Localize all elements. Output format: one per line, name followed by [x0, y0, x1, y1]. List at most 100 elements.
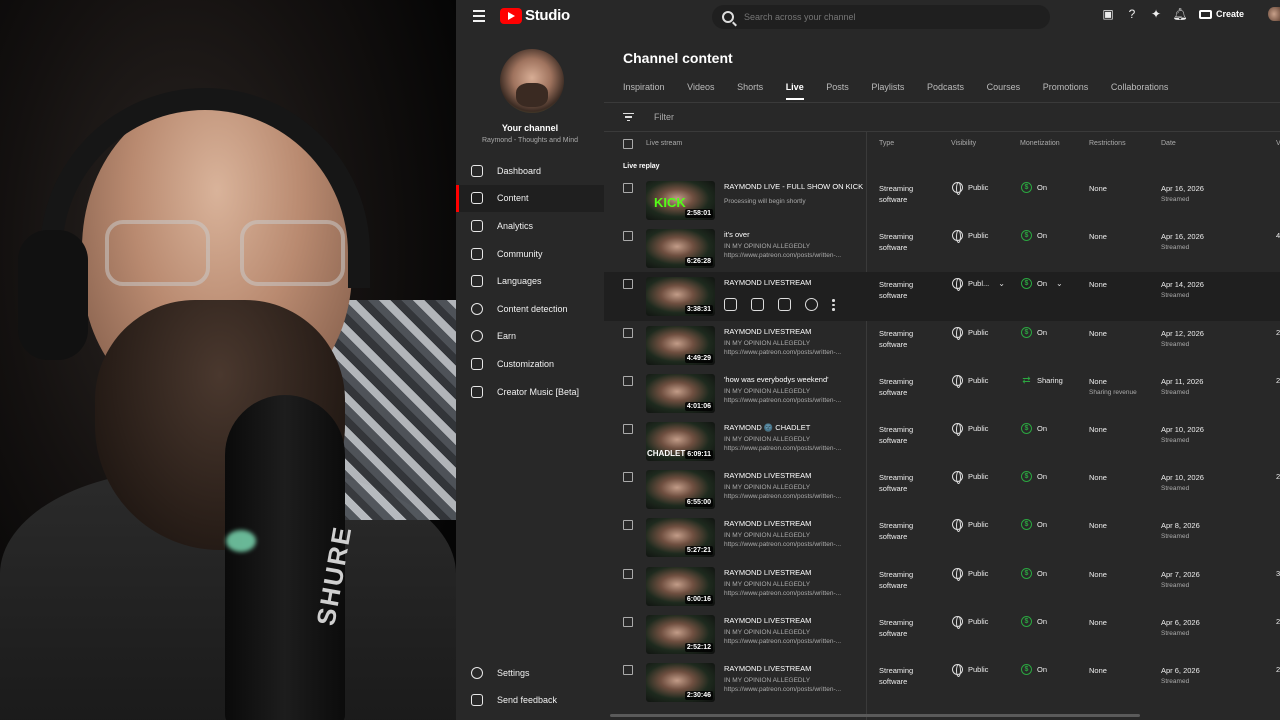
- tab-inspiration[interactable]: Inspiration: [623, 82, 665, 100]
- tab-videos[interactable]: Videos: [687, 82, 714, 100]
- col-views[interactable]: V: [1276, 140, 1280, 147]
- more-options-icon[interactable]: [832, 298, 835, 311]
- video-title[interactable]: it's over: [724, 230, 750, 239]
- sidebar-item-settings[interactable]: Settings: [456, 659, 604, 687]
- row-checkbox[interactable]: [623, 664, 633, 675]
- monetization-dropdown[interactable]: $ On ⌄: [1021, 278, 1063, 290]
- sidebar-item-dashboard[interactable]: Dashboard: [456, 157, 604, 185]
- sidebar-item-content[interactable]: Content: [456, 184, 604, 213]
- filter-icon[interactable]: [623, 112, 634, 122]
- menu-icon[interactable]: [473, 10, 485, 22]
- monetization-cell[interactable]: $ On: [1021, 519, 1047, 531]
- video-thumbnail[interactable]: 3:38:31: [646, 277, 715, 317]
- video-title[interactable]: RAYMOND LIVE - FULL SHOW ON KICK: [724, 182, 863, 191]
- monetization-cell[interactable]: $ On: [1021, 182, 1047, 193]
- tab-courses[interactable]: Courses: [987, 82, 1021, 100]
- visibility-cell[interactable]: Public: [952, 615, 988, 629]
- sidebar-item-community[interactable]: Community: [456, 240, 604, 268]
- video-thumbnail[interactable]: KICK 2:58:01: [646, 181, 715, 220]
- table-row[interactable]: 2:52:12 RAYMOND LIVESTREAM IN MY OPINION…: [604, 610, 1280, 658]
- col-monetization[interactable]: Monetization: [1020, 140, 1060, 147]
- monetization-cell[interactable]: $ On: [1021, 230, 1047, 242]
- sidebar-item-earn[interactable]: Earn: [456, 323, 604, 351]
- video-thumbnail[interactable]: 6:00:16: [646, 566, 715, 606]
- tab-playlists[interactable]: Playlists: [871, 82, 904, 100]
- tab-shorts[interactable]: Shorts: [737, 82, 763, 100]
- row-checkbox[interactable]: [623, 616, 633, 627]
- row-checkbox[interactable]: [623, 423, 633, 434]
- row-checkbox[interactable]: [623, 231, 633, 242]
- sidebar-item-send-feedback[interactable]: Send feedback: [456, 687, 604, 715]
- table-row[interactable]: KICK 2:58:01 RAYMOND LIVE - FULL SHOW ON …: [604, 176, 1280, 224]
- filter-input[interactable]: Filter: [654, 112, 674, 122]
- analytics-icon[interactable]: [751, 298, 764, 312]
- video-thumbnail[interactable]: CHADLET 6:09:11: [646, 421, 715, 461]
- sidebar-item-content-detection[interactable]: Content detection: [456, 295, 604, 323]
- search-bar[interactable]: [712, 5, 1050, 29]
- table-row[interactable]: 6:00:16 RAYMOND LIVESTREAM IN MY OPINION…: [604, 562, 1280, 610]
- video-title[interactable]: 'how was everybodys weekend': [724, 375, 829, 384]
- visibility-cell[interactable]: Public: [952, 326, 988, 340]
- monetization-cell[interactable]: $ On: [1021, 422, 1047, 434]
- tab-promotions[interactable]: Promotions: [1043, 82, 1089, 100]
- video-thumbnail[interactable]: 4:49:29: [646, 325, 715, 365]
- table-row[interactable]: 6:55:00 RAYMOND LIVESTREAM IN MY OPINION…: [604, 465, 1280, 513]
- chevron-down-icon[interactable]: ⌄: [1056, 279, 1063, 288]
- video-title[interactable]: RAYMOND LIVESTREAM: [724, 616, 811, 625]
- video-thumbnail[interactable]: 5:27:21: [646, 518, 715, 558]
- video-title[interactable]: RAYMOND LIVESTREAM: [724, 519, 811, 528]
- filter-bar[interactable]: Filter: [623, 112, 674, 122]
- video-title[interactable]: RAYMOND LIVESTREAM: [724, 471, 811, 480]
- select-all-checkbox[interactable]: [623, 139, 633, 149]
- studio-logo[interactable]: Studio: [500, 7, 570, 24]
- search-icon[interactable]: [722, 11, 734, 23]
- sidebar-item-analytics[interactable]: Analytics: [456, 212, 604, 240]
- table-row[interactable]: 5:27:21 RAYMOND LIVESTREAM IN MY OPINION…: [604, 513, 1280, 561]
- table-row[interactable]: 4:49:29 RAYMOND LIVESTREAM IN MY OPINION…: [604, 321, 1280, 369]
- visibility-dropdown[interactable]: Publ... ⌄: [952, 278, 1005, 292]
- chevron-down-icon[interactable]: ⌄: [998, 279, 1005, 288]
- help-icon[interactable]: ?: [1125, 7, 1139, 21]
- sidebar-item-customization[interactable]: Customization: [456, 350, 604, 378]
- video-thumbnail[interactable]: 6:55:00: [646, 470, 715, 510]
- table-row[interactable]: CHADLET 6:09:11 RAYMOND 🌚 CHADLET IN MY O…: [604, 417, 1280, 465]
- tab-collaborations[interactable]: Collaborations: [1111, 82, 1169, 100]
- row-checkbox[interactable]: [623, 375, 633, 386]
- col-restrictions[interactable]: Restrictions: [1089, 140, 1126, 147]
- sparkle-icon[interactable]: ✦: [1149, 7, 1163, 21]
- monetization-cell[interactable]: $ On: [1021, 471, 1047, 483]
- col-date[interactable]: Date: [1161, 140, 1176, 147]
- horizontal-scrollbar[interactable]: [610, 714, 1140, 717]
- monetization-cell[interactable]: $ On: [1021, 326, 1047, 338]
- dollar-icon[interactable]: [805, 298, 818, 312]
- row-checkbox[interactable]: [623, 520, 633, 531]
- visibility-cell[interactable]: Public: [952, 230, 988, 244]
- row-checkbox[interactable]: [623, 568, 633, 579]
- tab-podcasts[interactable]: Podcasts: [927, 82, 964, 100]
- account-avatar[interactable]: [1268, 7, 1280, 21]
- video-title[interactable]: RAYMOND LIVESTREAM: [724, 568, 811, 577]
- sidebar-item-creator-music[interactable]: Creator Music [Beta]: [456, 378, 604, 406]
- table-row[interactable]: 3:38:31 RAYMOND LIVESTREAM Streaming soft…: [604, 272, 1280, 321]
- search-input[interactable]: [744, 12, 1024, 22]
- create-button[interactable]: Create: [1198, 9, 1244, 19]
- video-title[interactable]: RAYMOND LIVESTREAM: [724, 664, 811, 673]
- monetization-cell[interactable]: $ On: [1021, 663, 1047, 675]
- channel-avatar[interactable]: [500, 49, 564, 113]
- captions-icon[interactable]: ▣: [1101, 7, 1115, 21]
- visibility-cell[interactable]: Public: [952, 471, 988, 485]
- visibility-cell[interactable]: Public: [952, 422, 988, 436]
- col-visibility[interactable]: Visibility: [951, 140, 976, 147]
- video-thumbnail[interactable]: 2:52:12: [646, 614, 715, 654]
- video-title[interactable]: RAYMOND LIVESTREAM: [724, 278, 811, 287]
- table-row[interactable]: 6:26:28 it's over IN MY OPINION ALLEGEDL…: [604, 224, 1280, 272]
- monetization-cell[interactable]: ⇄ Sharing: [1021, 375, 1063, 386]
- col-type[interactable]: Type: [879, 140, 894, 147]
- comments-icon[interactable]: [778, 298, 791, 312]
- tab-posts[interactable]: Posts: [826, 82, 849, 100]
- video-thumbnail[interactable]: 2:30:46: [646, 662, 715, 702]
- video-thumbnail[interactable]: 6:26:28: [646, 229, 715, 269]
- tab-live[interactable]: Live: [785, 82, 804, 100]
- table-row[interactable]: 2:30:46 RAYMOND LIVESTREAM IN MY OPINION…: [604, 658, 1280, 706]
- visibility-cell[interactable]: Public: [952, 519, 988, 533]
